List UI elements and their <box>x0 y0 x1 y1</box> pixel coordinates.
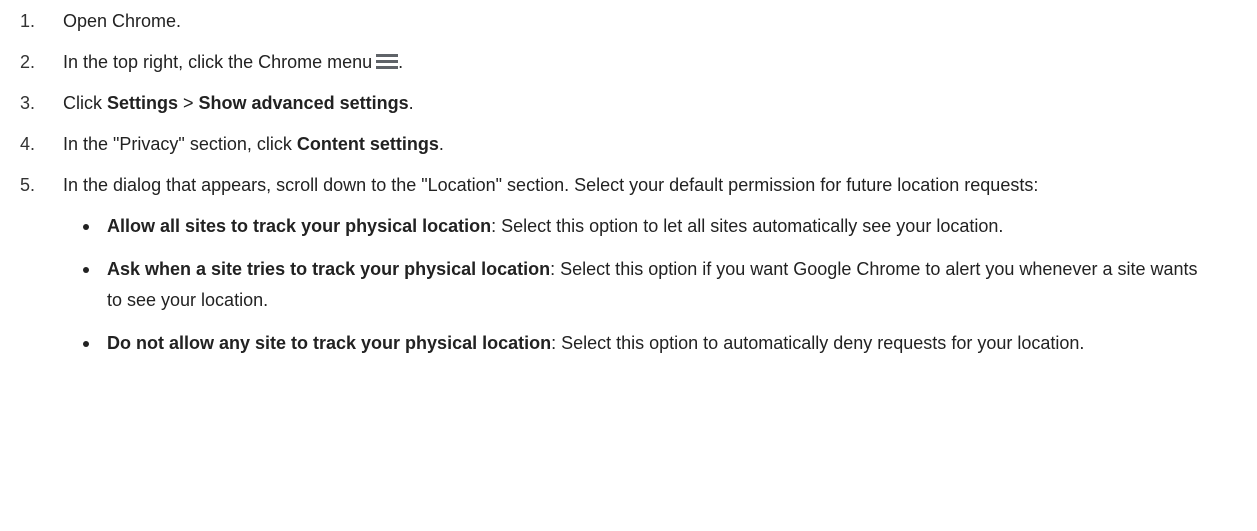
bullet-icon <box>83 341 89 347</box>
option-description: : Select this option to let all sites au… <box>491 216 1004 236</box>
steps-list: 1. Open Chrome. 2. In the top right, cli… <box>0 6 1257 359</box>
step-number: 2. <box>20 52 36 72</box>
option-title: Ask when a site tries to track your phys… <box>107 259 551 279</box>
step-suffix: . <box>398 52 404 72</box>
step-text: In the dialog that appears, scroll down … <box>63 175 1039 195</box>
bullet-icon <box>83 267 89 273</box>
option-title: Allow all sites to track your physical l… <box>107 216 492 236</box>
hamburger-menu-icon <box>376 53 399 69</box>
bullet-icon <box>83 224 89 230</box>
step-4: 4. In the "Privacy" section, click Conte… <box>0 129 1257 160</box>
instructions-page: 1. Open Chrome. 2. In the top right, cli… <box>0 0 1257 531</box>
step-2: 2. In the top right, click the Chrome me… <box>0 47 1257 78</box>
content-settings-label: Content settings <box>296 134 439 154</box>
option-ask: Ask when a site tries to track your phys… <box>63 254 1217 316</box>
step-prefix: In the "Privacy" section, click <box>63 134 297 154</box>
step-number: 4. <box>20 134 36 154</box>
step-suffix: . <box>438 134 444 154</box>
step-number: 5. <box>20 175 36 195</box>
location-options-list: Allow all sites to track your physical l… <box>63 211 1217 359</box>
option-allow-all: Allow all sites to track your physical l… <box>63 211 1217 242</box>
step-separator: > <box>178 93 199 113</box>
option-do-not-allow: Do not allow any site to track your phys… <box>63 328 1217 359</box>
option-title: Do not allow any site to track your phys… <box>107 333 552 353</box>
step-number: 1. <box>20 11 36 31</box>
settings-label: Settings <box>107 93 179 113</box>
step-5: 5. In the dialog that appears, scroll do… <box>0 170 1257 359</box>
show-advanced-settings-label: Show advanced settings <box>198 93 409 113</box>
option-description: : Select this option to automatically de… <box>551 333 1085 353</box>
step-number: 3. <box>20 93 36 113</box>
step-text: Open Chrome. <box>63 11 182 31</box>
step-3: 3. Click Settings > Show advanced settin… <box>0 88 1257 119</box>
step-text: In the top right, click the Chrome menu <box>63 52 373 72</box>
step-1: 1. Open Chrome. <box>0 6 1257 37</box>
step-suffix: . <box>408 93 414 113</box>
step-prefix: Click <box>63 93 107 113</box>
